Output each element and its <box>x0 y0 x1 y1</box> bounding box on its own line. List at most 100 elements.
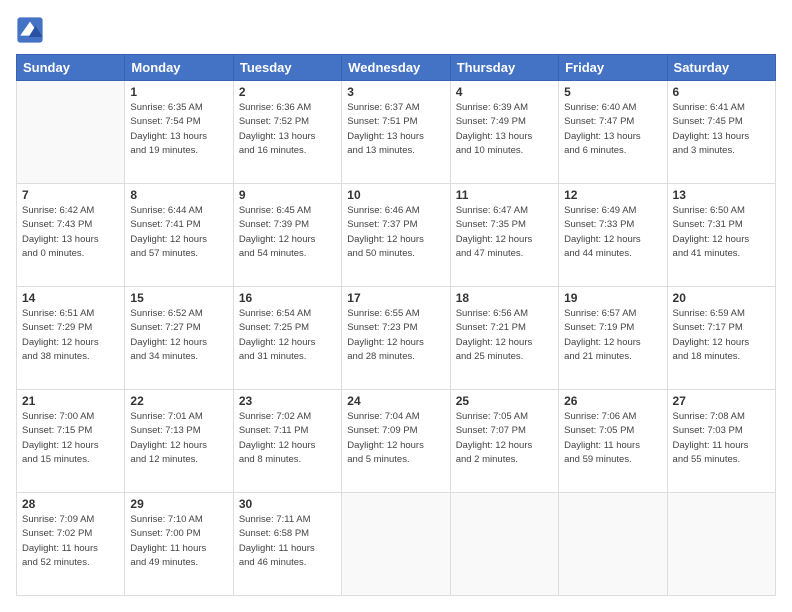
calendar-cell <box>17 81 125 184</box>
calendar-cell: 9Sunrise: 6:45 AM Sunset: 7:39 PM Daylig… <box>233 184 341 287</box>
day-number: 12 <box>564 188 661 202</box>
calendar-cell: 15Sunrise: 6:52 AM Sunset: 7:27 PM Dayli… <box>125 287 233 390</box>
day-number: 16 <box>239 291 336 305</box>
calendar-cell: 23 Sunrise: 7:02 AM Sunset: 7:11 PM Dayli… <box>233 390 341 493</box>
calendar-cell: 14Sunrise: 6:51 AM Sunset: 7:29 PM Dayli… <box>17 287 125 390</box>
calendar-cell: 21 Sunrise: 7:00 AM Sunset: 7:15 PM Dayli… <box>17 390 125 493</box>
calendar-cell: 11 Sunrise: 6:47 AM Sunset: 7:35 PM Dayli… <box>450 184 558 287</box>
calendar-cell: 6 Sunrise: 6:41 AM Sunset: 7:45 PM Daylig… <box>667 81 775 184</box>
calendar-cell: 12 Sunrise: 6:49 AM Sunset: 7:33 PM Dayli… <box>559 184 667 287</box>
calendar-cell: 13 Sunrise: 6:50 AM Sunset: 7:31 PM Dayli… <box>667 184 775 287</box>
calendar-cell: 16 Sunrise: 6:54 AM Sunset: 7:25 PM Dayli… <box>233 287 341 390</box>
day-number: 23 <box>239 394 336 408</box>
day-number: 29 <box>130 497 227 511</box>
day-number: 26 <box>564 394 661 408</box>
calendar-header-monday: Monday <box>125 55 233 81</box>
logo-icon <box>16 16 44 44</box>
day-number: 21 <box>22 394 119 408</box>
day-info: Sunrise: 6:54 AM Sunset: 7:25 PM Dayligh… <box>239 307 336 364</box>
day-info: Sunrise: 6:41 AM Sunset: 7:45 PM Dayligh… <box>673 101 770 158</box>
calendar-cell: 7 Sunrise: 6:42 AM Sunset: 7:43 PM Daylig… <box>17 184 125 287</box>
calendar-header-thursday: Thursday <box>450 55 558 81</box>
calendar-cell <box>450 493 558 596</box>
day-info: Sunrise: 7:04 AM Sunset: 7:09 PM Dayligh… <box>347 410 444 467</box>
day-number: 27 <box>673 394 770 408</box>
day-number: 24 <box>347 394 444 408</box>
day-number: 20 <box>673 291 770 305</box>
calendar-cell: 8Sunrise: 6:44 AM Sunset: 7:41 PM Daylig… <box>125 184 233 287</box>
calendar-cell: 30 Sunrise: 7:11 AM Sunset: 6:58 PM Dayli… <box>233 493 341 596</box>
calendar-header-row: SundayMondayTuesdayWednesdayThursdayFrid… <box>17 55 776 81</box>
calendar-cell: 4 Sunrise: 6:39 AM Sunset: 7:49 PM Daylig… <box>450 81 558 184</box>
day-info: Sunrise: 6:45 AM Sunset: 7:39 PM Dayligh… <box>239 204 336 261</box>
day-number: 4 <box>456 85 553 99</box>
calendar-cell: 29 Sunrise: 7:10 AM Sunset: 7:00 PM Dayli… <box>125 493 233 596</box>
day-number: 22 <box>130 394 227 408</box>
day-number: 11 <box>456 188 553 202</box>
calendar-header-tuesday: Tuesday <box>233 55 341 81</box>
day-info: Sunrise: 6:57 AM Sunset: 7:19 PM Dayligh… <box>564 307 661 364</box>
calendar-week-2: 7 Sunrise: 6:42 AM Sunset: 7:43 PM Daylig… <box>17 184 776 287</box>
day-number: 3 <box>347 85 444 99</box>
day-info: Sunrise: 6:39 AM Sunset: 7:49 PM Dayligh… <box>456 101 553 158</box>
calendar-header-saturday: Saturday <box>667 55 775 81</box>
day-info: Sunrise: 6:55 AM Sunset: 7:23 PM Dayligh… <box>347 307 444 364</box>
day-info: Sunrise: 6:44 AM Sunset: 7:41 PM Dayligh… <box>130 204 227 261</box>
day-number: 7 <box>22 188 119 202</box>
calendar-week-3: 14Sunrise: 6:51 AM Sunset: 7:29 PM Dayli… <box>17 287 776 390</box>
day-info: Sunrise: 6:40 AM Sunset: 7:47 PM Dayligh… <box>564 101 661 158</box>
day-number: 10 <box>347 188 444 202</box>
day-info: Sunrise: 7:00 AM Sunset: 7:15 PM Dayligh… <box>22 410 119 467</box>
calendar-header-friday: Friday <box>559 55 667 81</box>
calendar-cell: 24 Sunrise: 7:04 AM Sunset: 7:09 PM Dayli… <box>342 390 450 493</box>
day-info: Sunrise: 6:52 AM Sunset: 7:27 PM Dayligh… <box>130 307 227 364</box>
day-info: Sunrise: 6:47 AM Sunset: 7:35 PM Dayligh… <box>456 204 553 261</box>
header <box>16 16 776 44</box>
day-number: 6 <box>673 85 770 99</box>
calendar-header-sunday: Sunday <box>17 55 125 81</box>
calendar-cell: 26Sunrise: 7:06 AM Sunset: 7:05 PM Dayli… <box>559 390 667 493</box>
calendar-cell: 17 Sunrise: 6:55 AM Sunset: 7:23 PM Dayli… <box>342 287 450 390</box>
day-info: Sunrise: 6:35 AM Sunset: 7:54 PM Dayligh… <box>130 101 227 158</box>
calendar-cell: 1 Sunrise: 6:35 AM Sunset: 7:54 PM Daylig… <box>125 81 233 184</box>
day-info: Sunrise: 6:46 AM Sunset: 7:37 PM Dayligh… <box>347 204 444 261</box>
day-info: Sunrise: 7:01 AM Sunset: 7:13 PM Dayligh… <box>130 410 227 467</box>
day-info: Sunrise: 7:02 AM Sunset: 7:11 PM Dayligh… <box>239 410 336 467</box>
day-info: Sunrise: 7:08 AM Sunset: 7:03 PM Dayligh… <box>673 410 770 467</box>
calendar-cell: 18Sunrise: 6:56 AM Sunset: 7:21 PM Dayli… <box>450 287 558 390</box>
calendar-cell: 27 Sunrise: 7:08 AM Sunset: 7:03 PM Dayli… <box>667 390 775 493</box>
day-number: 2 <box>239 85 336 99</box>
day-number: 13 <box>673 188 770 202</box>
calendar-week-1: 1 Sunrise: 6:35 AM Sunset: 7:54 PM Daylig… <box>17 81 776 184</box>
day-info: Sunrise: 7:11 AM Sunset: 6:58 PM Dayligh… <box>239 513 336 570</box>
day-number: 25 <box>456 394 553 408</box>
logo <box>16 16 48 44</box>
calendar-cell: 2 Sunrise: 6:36 AM Sunset: 7:52 PM Daylig… <box>233 81 341 184</box>
day-number: 28 <box>22 497 119 511</box>
calendar-cell <box>559 493 667 596</box>
calendar-cell: 19Sunrise: 6:57 AM Sunset: 7:19 PM Dayli… <box>559 287 667 390</box>
day-number: 30 <box>239 497 336 511</box>
day-info: Sunrise: 6:37 AM Sunset: 7:51 PM Dayligh… <box>347 101 444 158</box>
day-info: Sunrise: 6:42 AM Sunset: 7:43 PM Dayligh… <box>22 204 119 261</box>
day-number: 1 <box>130 85 227 99</box>
day-number: 14 <box>22 291 119 305</box>
calendar-cell: 25 Sunrise: 7:05 AM Sunset: 7:07 PM Dayli… <box>450 390 558 493</box>
day-info: Sunrise: 6:50 AM Sunset: 7:31 PM Dayligh… <box>673 204 770 261</box>
calendar-cell <box>667 493 775 596</box>
calendar-week-4: 21 Sunrise: 7:00 AM Sunset: 7:15 PM Dayli… <box>17 390 776 493</box>
calendar-week-5: 28 Sunrise: 7:09 AM Sunset: 7:02 PM Dayli… <box>17 493 776 596</box>
page: SundayMondayTuesdayWednesdayThursdayFrid… <box>0 0 792 612</box>
calendar-cell: 28 Sunrise: 7:09 AM Sunset: 7:02 PM Dayli… <box>17 493 125 596</box>
calendar-cell: 20Sunrise: 6:59 AM Sunset: 7:17 PM Dayli… <box>667 287 775 390</box>
day-number: 5 <box>564 85 661 99</box>
day-info: Sunrise: 7:09 AM Sunset: 7:02 PM Dayligh… <box>22 513 119 570</box>
calendar-header-wednesday: Wednesday <box>342 55 450 81</box>
calendar-cell: 10 Sunrise: 6:46 AM Sunset: 7:37 PM Dayli… <box>342 184 450 287</box>
day-info: Sunrise: 6:36 AM Sunset: 7:52 PM Dayligh… <box>239 101 336 158</box>
day-info: Sunrise: 7:10 AM Sunset: 7:00 PM Dayligh… <box>130 513 227 570</box>
day-number: 17 <box>347 291 444 305</box>
day-info: Sunrise: 6:49 AM Sunset: 7:33 PM Dayligh… <box>564 204 661 261</box>
calendar-table: SundayMondayTuesdayWednesdayThursdayFrid… <box>16 54 776 596</box>
day-info: Sunrise: 7:05 AM Sunset: 7:07 PM Dayligh… <box>456 410 553 467</box>
